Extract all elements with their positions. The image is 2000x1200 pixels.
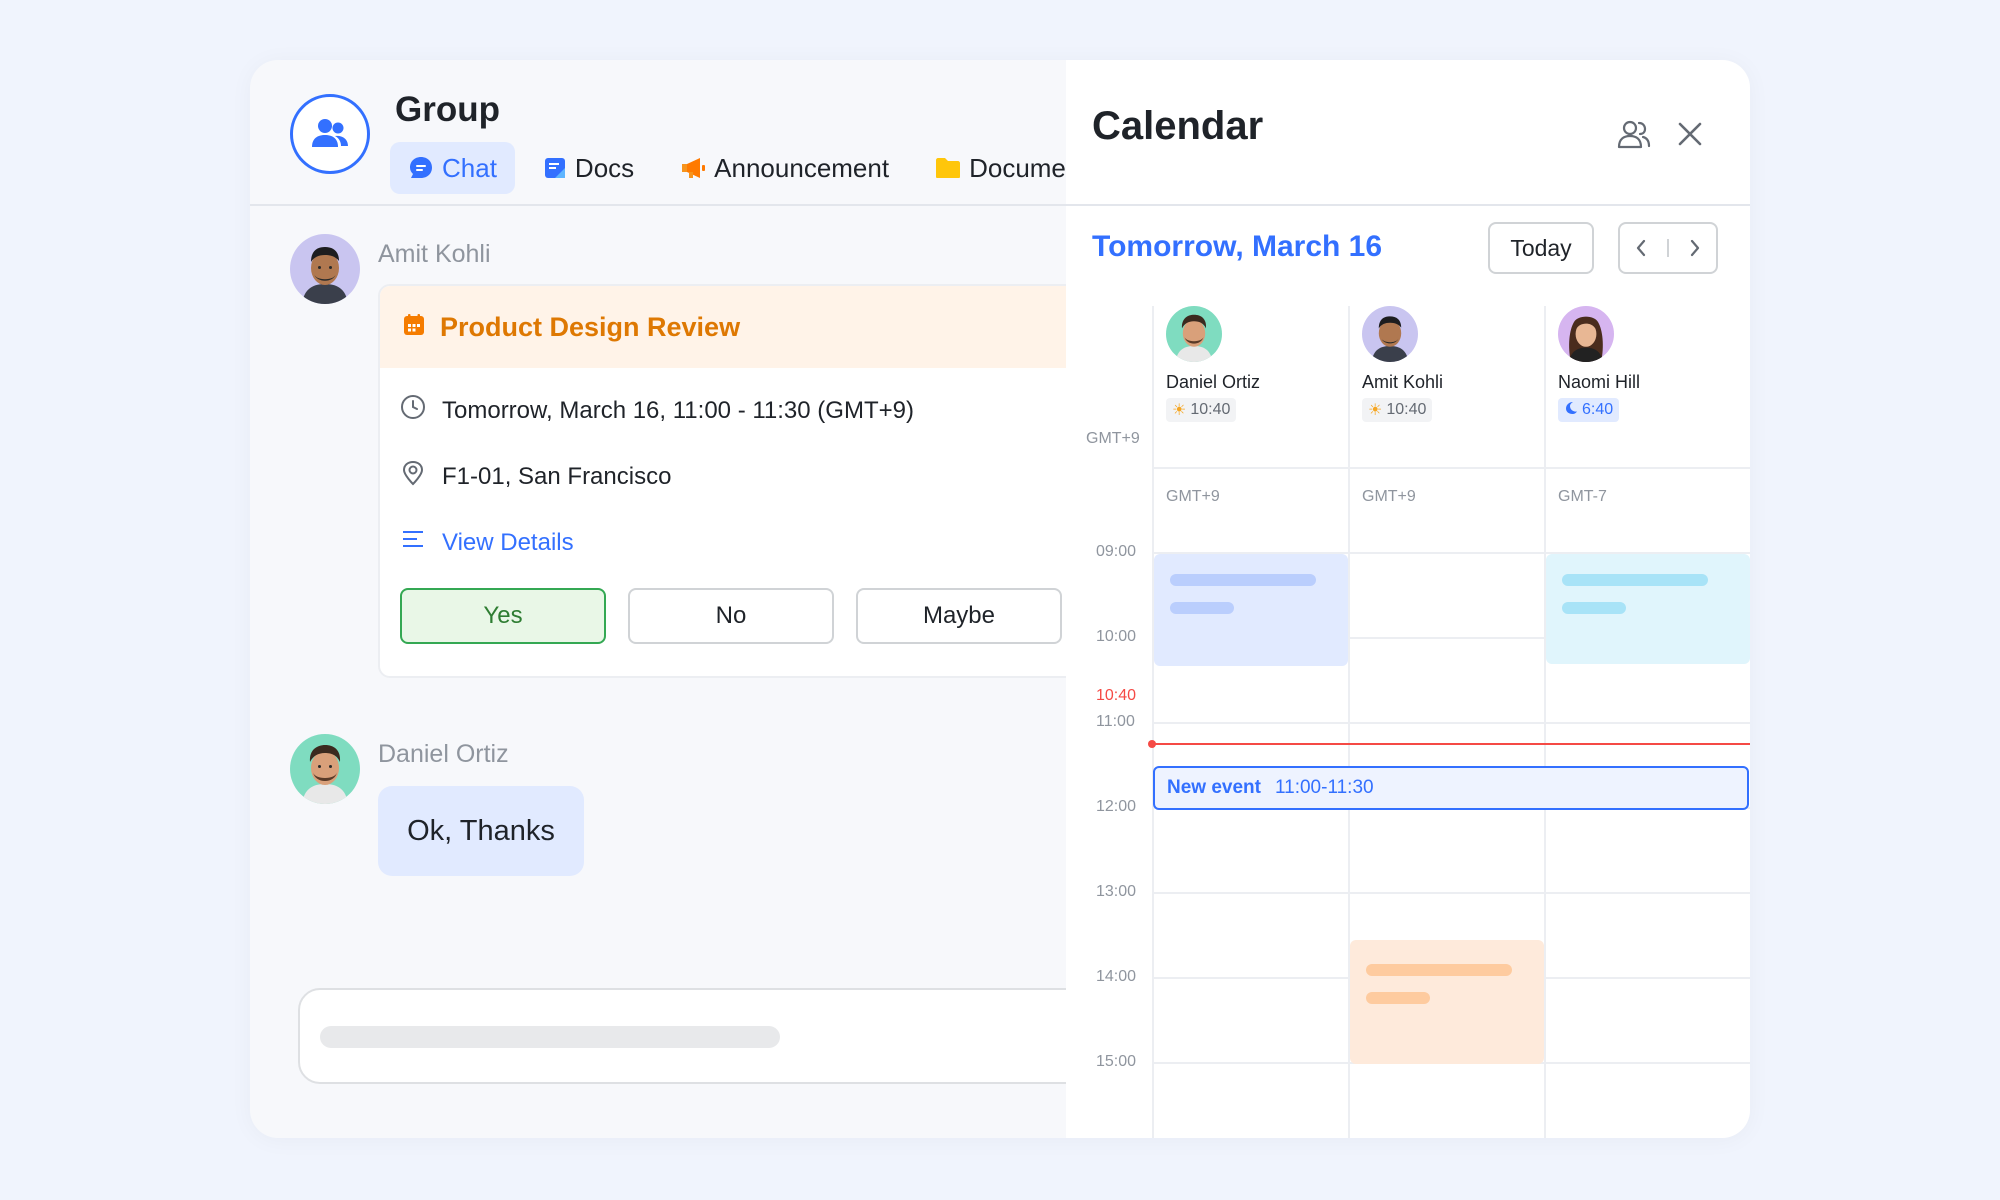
people-icon[interactable] — [1616, 116, 1652, 152]
hour-label: 13:00 — [1096, 883, 1137, 900]
busy-block-placeholder — [1366, 992, 1430, 1004]
docs-icon — [543, 156, 567, 180]
busy-block-placeholder — [1366, 964, 1512, 976]
hour-label: 09:00 — [1096, 543, 1137, 560]
person-timezone: GMT+9 — [1166, 488, 1220, 505]
local-time-chip: ☀ 10:40 — [1166, 398, 1237, 422]
tab-docs[interactable]: Docs — [525, 142, 652, 194]
tab-chat-label: Chat — [442, 152, 497, 183]
sender-name-amit: Amit Kohli — [378, 240, 491, 268]
person-timezone: GMT+9 — [1362, 488, 1416, 505]
app-window: Group Chat Docs Announcement Docume Amit… — [250, 60, 1750, 1138]
avatar-amit-kohli[interactable] — [290, 234, 360, 304]
busy-block[interactable] — [1350, 940, 1544, 1064]
composer-placeholder-bar — [320, 1026, 780, 1048]
grid-hour-line — [1152, 892, 1750, 894]
person-name: Daniel Ortiz — [1166, 372, 1261, 392]
calendar-date-title: Tomorrow, March 16 — [1092, 230, 1383, 263]
chevron-left-icon — [1636, 239, 1645, 257]
group-avatar[interactable] — [290, 94, 370, 174]
view-details-row[interactable]: View Details — [400, 526, 574, 559]
calendar-event-icon — [402, 313, 426, 342]
busy-block-placeholder — [1170, 602, 1234, 614]
folder-icon — [935, 157, 961, 179]
busy-block-placeholder — [1562, 574, 1708, 586]
message-composer[interactable] — [298, 988, 1066, 1084]
local-timezone-label: GMT+9 — [1086, 430, 1140, 447]
event-invite-card: Product Design Review Tomorrow, March 16… — [378, 284, 1066, 678]
rsvp-maybe-button[interactable]: Maybe — [856, 588, 1062, 644]
calendar-title: Calendar — [1092, 104, 1264, 148]
person-name: Amit Kohli — [1362, 372, 1444, 392]
event-card-header[interactable]: Product Design Review — [380, 286, 1066, 368]
event-time-row: Tomorrow, March 16, 11:00 - 11:30 (GMT+9… — [400, 394, 914, 427]
event-time: Tomorrow, March 16, 11:00 - 11:30 (GMT+9… — [442, 396, 914, 424]
busy-block-placeholder — [1170, 574, 1316, 586]
rsvp-no-button[interactable]: No — [628, 588, 834, 644]
chat-bubble-icon — [408, 155, 434, 181]
rsvp-yes-button[interactable]: Yes — [400, 588, 606, 644]
clock-icon — [400, 394, 426, 427]
sun-icon: ☀ — [1368, 402, 1383, 419]
person-name: Naomi Hill — [1558, 372, 1641, 392]
new-event-block[interactable]: New event 11:00-11:30 — [1153, 766, 1749, 810]
group-people-icon — [312, 119, 348, 147]
megaphone-icon — [680, 156, 706, 180]
local-time-chip: ☀ 10:40 — [1362, 398, 1433, 422]
tab-docs-label: Docs — [574, 152, 635, 183]
calendar-panel: Calendar Tomorrow, March 16 Today GMT+9 … — [1066, 60, 1750, 1138]
current-time-line — [1152, 743, 1750, 745]
person-local-time: 10:40 — [1386, 401, 1427, 418]
chevron-right-icon — [1691, 239, 1700, 257]
date-nav-group — [1618, 222, 1718, 274]
avatar-naomi-hill[interactable] — [1558, 306, 1614, 362]
grid-hour-line — [1152, 722, 1750, 724]
calendar-header: Calendar — [1066, 60, 1750, 206]
nav-separator — [1666, 239, 1669, 257]
chat-panel: Group Chat Docs Announcement Docume Amit… — [250, 60, 1066, 1138]
sender-name-daniel: Daniel Ortiz — [378, 740, 509, 768]
hour-label: 12:00 — [1096, 798, 1137, 815]
busy-block-placeholder — [1562, 602, 1626, 614]
hour-label: 10:00 — [1096, 628, 1137, 645]
busy-block[interactable] — [1546, 554, 1750, 664]
hour-label: 15:00 — [1096, 1053, 1137, 1070]
moon-icon — [1564, 401, 1578, 420]
tab-announcement[interactable]: Announcement — [662, 142, 907, 194]
chat-header: Group Chat Docs Announcement Docume — [250, 60, 1066, 206]
new-event-time: 11:00-11:30 — [1274, 777, 1374, 798]
avatar-daniel-ortiz[interactable] — [1166, 306, 1222, 362]
person-local-time: 10:40 — [1190, 401, 1231, 418]
tab-documents-label: Docume — [969, 152, 1066, 183]
location-pin-icon — [400, 460, 426, 493]
tab-chat[interactable]: Chat — [390, 142, 515, 194]
busy-block[interactable] — [1154, 554, 1348, 666]
avatar-daniel-ortiz[interactable] — [290, 734, 360, 804]
today-button[interactable]: Today — [1488, 222, 1594, 274]
prev-day-button[interactable] — [1626, 228, 1656, 268]
view-details-link[interactable]: View Details — [442, 529, 574, 557]
sun-icon: ☀ — [1172, 402, 1187, 419]
close-icon[interactable] — [1672, 116, 1708, 152]
chat-tabs: Chat Docs Announcement Docume — [390, 142, 1066, 194]
tab-documents[interactable]: Docume — [917, 142, 1066, 194]
avatar-amit-kohli[interactable] — [1362, 306, 1418, 362]
tab-announcement-label: Announcement — [714, 152, 890, 183]
message-bubble: Ok, Thanks — [378, 786, 584, 876]
person-local-time: 6:40 — [1582, 401, 1614, 418]
hour-label: 14:00 — [1096, 968, 1137, 985]
current-time-label: 10:40 — [1096, 687, 1137, 704]
current-time-dot — [1148, 740, 1156, 748]
grid-header-line — [1152, 467, 1750, 469]
event-title: Product Design Review — [440, 311, 741, 342]
chat-title: Group — [395, 90, 500, 129]
new-event-label: New event — [1167, 777, 1261, 798]
event-location: F1-01, San Francisco — [442, 462, 672, 490]
details-lines-icon — [400, 526, 426, 559]
local-time-chip: 6:40 — [1558, 398, 1620, 422]
event-location-row: F1-01, San Francisco — [400, 460, 671, 493]
hour-label: 11:00 — [1096, 713, 1135, 730]
person-timezone: GMT-7 — [1558, 488, 1607, 505]
next-day-button[interactable] — [1680, 228, 1710, 268]
